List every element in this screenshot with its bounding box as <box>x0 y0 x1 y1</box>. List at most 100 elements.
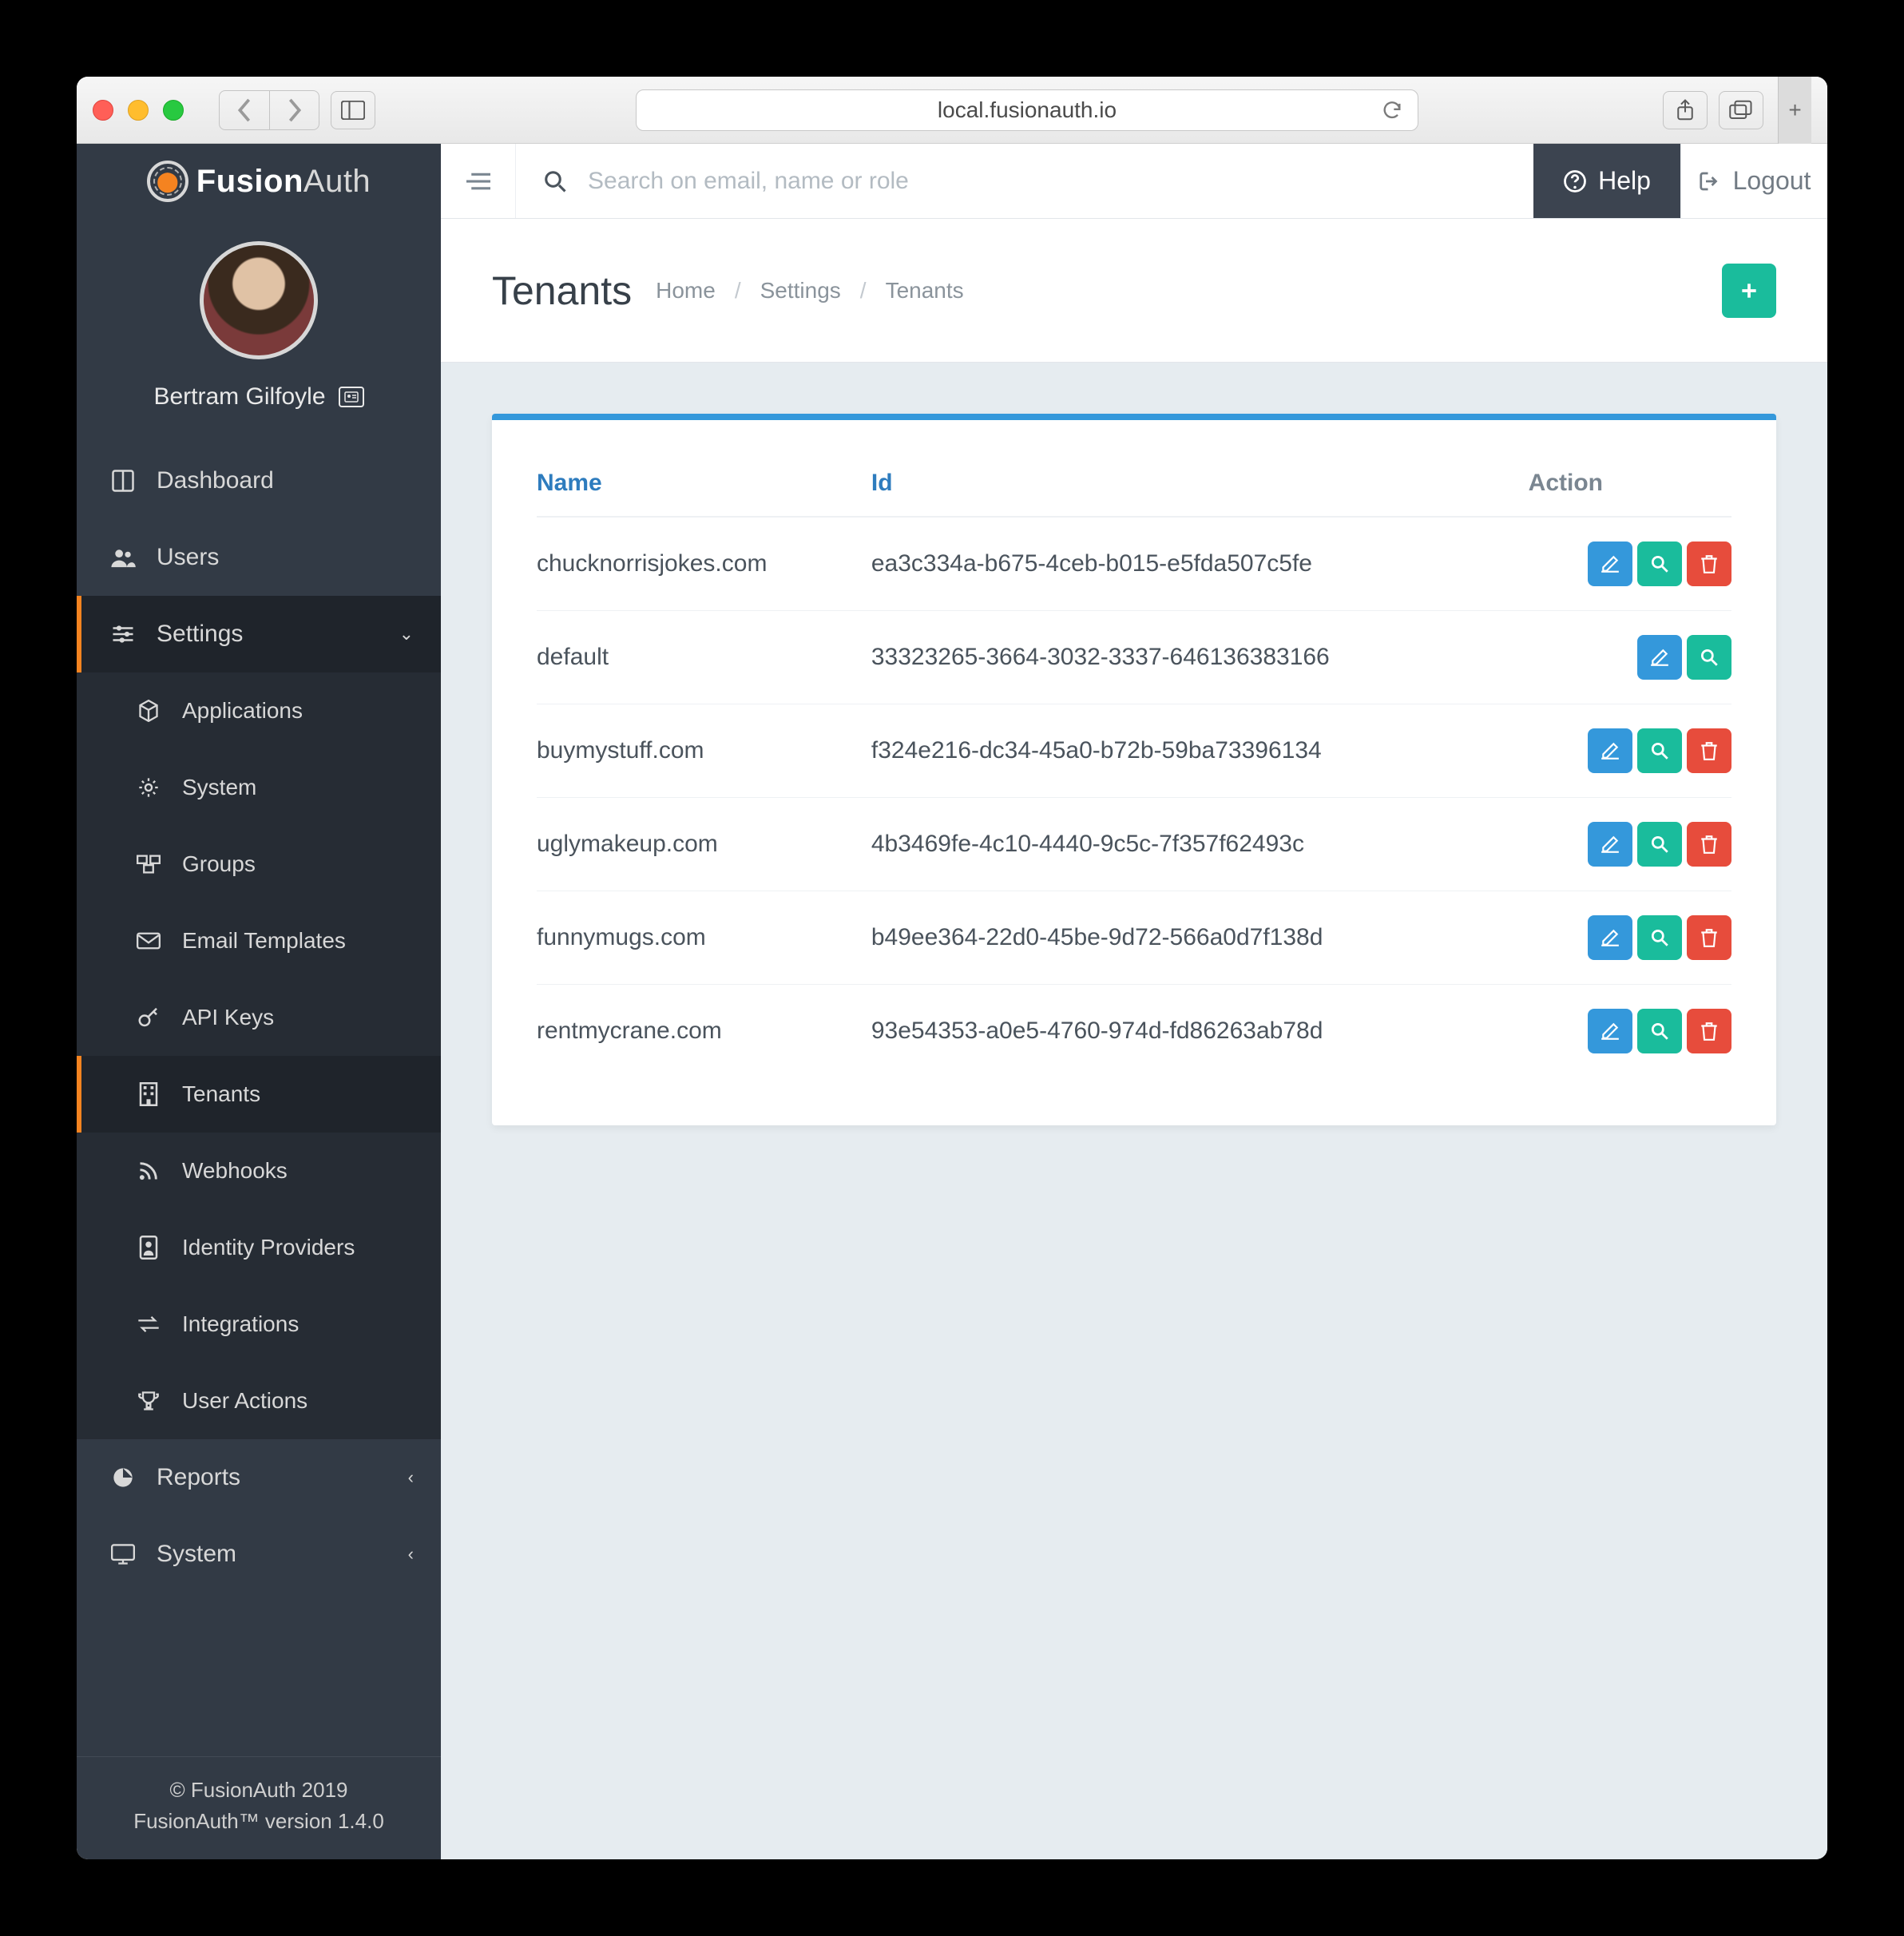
view-button[interactable] <box>1637 822 1682 867</box>
cell-name: default <box>537 611 871 704</box>
delete-button[interactable] <box>1687 728 1731 773</box>
edit-button[interactable] <box>1588 542 1632 586</box>
delete-button[interactable] <box>1687 542 1731 586</box>
tabs-button[interactable] <box>1719 91 1763 129</box>
minimize-window-button[interactable] <box>128 100 149 121</box>
col-action: Action <box>1529 450 1731 517</box>
desktop-icon <box>109 1544 137 1565</box>
logout-button[interactable]: Logout <box>1680 144 1827 218</box>
breadcrumb-separator: / <box>735 278 741 303</box>
footer-version: FusionAuth™ version 1.4.0 <box>77 1806 441 1837</box>
key-icon <box>134 1006 163 1029</box>
nav-arrows <box>219 90 319 130</box>
cell-actions <box>1529 891 1731 985</box>
id-card-icon[interactable] <box>339 387 364 407</box>
sidebar-item-users[interactable]: Users <box>77 519 441 596</box>
chevron-left-icon: ‹ <box>408 1544 414 1565</box>
cell-name: chucknorrisjokes.com <box>537 517 871 611</box>
delete-button[interactable] <box>1687 1009 1731 1053</box>
delete-button[interactable] <box>1687 915 1731 960</box>
breadcrumb-separator: / <box>860 278 867 303</box>
cell-id: f324e216-dc34-45a0-b72b-59ba73396134 <box>871 704 1529 798</box>
col-id[interactable]: Id <box>871 450 1529 517</box>
delete-button[interactable] <box>1687 822 1731 867</box>
view-button[interactable] <box>1637 542 1682 586</box>
back-button[interactable] <box>220 91 269 129</box>
address-bar[interactable]: local.fusionauth.io <box>636 89 1418 131</box>
sidebar-item-webhooks[interactable]: Webhooks <box>77 1133 441 1209</box>
sidebar-item-groups[interactable]: Groups <box>77 826 441 903</box>
help-button[interactable]: Help <box>1533 144 1680 218</box>
cell-actions <box>1529 985 1731 1078</box>
edit-button[interactable] <box>1637 635 1682 680</box>
sidebar-item-dashboard[interactable]: Dashboard <box>77 442 441 519</box>
help-icon <box>1563 169 1587 193</box>
sidebar-item-user-actions[interactable]: User Actions <box>77 1363 441 1439</box>
sidebar-footer: © FusionAuth 2019 FusionAuth™ version 1.… <box>77 1756 441 1859</box>
collapse-sidebar-button[interactable] <box>441 144 516 218</box>
envelope-icon <box>134 932 163 950</box>
reload-icon[interactable] <box>1381 99 1403 121</box>
table-row: rentmycrane.com93e54353-a0e5-4760-974d-f… <box>537 985 1731 1078</box>
sidebar-toggle-chrome[interactable] <box>331 91 375 129</box>
page-header: Tenants Home / Settings / Tenants <box>441 219 1827 363</box>
share-button[interactable] <box>1663 91 1708 129</box>
sidebar-item-label: Applications <box>182 698 303 724</box>
brand-name: FusionAuth <box>196 164 371 200</box>
building-icon <box>134 1082 163 1106</box>
breadcrumb-item[interactable]: Settings <box>760 278 841 303</box>
sidebar-item-applications[interactable]: Applications <box>77 672 441 749</box>
sidebar: ⬤ FusionAuth Bertram Gilfoyle Dashboard <box>77 144 441 1859</box>
cell-actions <box>1529 704 1731 798</box>
groups-icon <box>134 855 163 874</box>
cell-actions <box>1529 798 1731 891</box>
sidebar-item-label: User Actions <box>182 1388 307 1414</box>
sidebar-item-system-settings[interactable]: System <box>77 749 441 826</box>
forward-button[interactable] <box>269 91 319 129</box>
sidebar-item-identity-providers[interactable]: Identity Providers <box>77 1209 441 1286</box>
table-row: uglymakeup.com4b3469fe-4c10-4440-9c5c-7f… <box>537 798 1731 891</box>
brand[interactable]: ⬤ FusionAuth <box>77 144 441 219</box>
edit-button[interactable] <box>1588 915 1632 960</box>
view-button[interactable] <box>1637 728 1682 773</box>
sidebar-item-settings[interactable]: Settings ⌄ <box>77 596 441 672</box>
sidebar-item-label: API Keys <box>182 1005 274 1030</box>
profile: Bertram Gilfoyle <box>77 219 441 442</box>
sidebar-item-label: Integrations <box>182 1311 299 1337</box>
sidebar-item-email-templates[interactable]: Email Templates <box>77 903 441 979</box>
table-row: default33323265-3664-3032-3337-646136383… <box>537 611 1731 704</box>
search-input[interactable] <box>588 168 1506 195</box>
address-url: local.fusionauth.io <box>938 97 1117 123</box>
sidebar-item-tenants[interactable]: Tenants <box>77 1056 441 1133</box>
col-name[interactable]: Name <box>537 450 871 517</box>
close-window-button[interactable] <box>93 100 113 121</box>
search-icon <box>543 169 567 193</box>
sliders-icon <box>109 624 137 645</box>
chevron-left-icon: ‹ <box>408 1467 414 1488</box>
avatar[interactable] <box>200 241 318 359</box>
edit-button[interactable] <box>1588 728 1632 773</box>
sidebar-item-reports[interactable]: Reports ‹ <box>77 1439 441 1516</box>
tenants-panel: Name Id Action chucknorrisjokes.comea3c3… <box>492 414 1776 1125</box>
breadcrumb-item[interactable]: Home <box>656 278 716 303</box>
add-tenant-button[interactable] <box>1722 264 1776 318</box>
sidebar-item-api-keys[interactable]: API Keys <box>77 979 441 1056</box>
new-tab-button[interactable]: + <box>1778 77 1811 144</box>
cell-actions <box>1529 611 1731 704</box>
logout-icon <box>1698 169 1722 193</box>
cell-name: uglymakeup.com <box>537 798 871 891</box>
view-button[interactable] <box>1637 1009 1682 1053</box>
sidebar-item-label: Reports <box>157 1464 240 1491</box>
exchange-icon <box>134 1315 163 1333</box>
view-button[interactable] <box>1687 635 1731 680</box>
view-button[interactable] <box>1637 915 1682 960</box>
maximize-window-button[interactable] <box>163 100 184 121</box>
cell-id: b49ee364-22d0-45be-9d72-566a0d7f138d <box>871 891 1529 985</box>
rss-icon <box>134 1160 163 1182</box>
edit-button[interactable] <box>1588 1009 1632 1053</box>
sidebar-item-integrations[interactable]: Integrations <box>77 1286 441 1363</box>
help-label: Help <box>1598 166 1651 196</box>
sidebar-item-system[interactable]: System ‹ <box>77 1516 441 1593</box>
sidebar-item-label: Tenants <box>182 1081 260 1107</box>
edit-button[interactable] <box>1588 822 1632 867</box>
